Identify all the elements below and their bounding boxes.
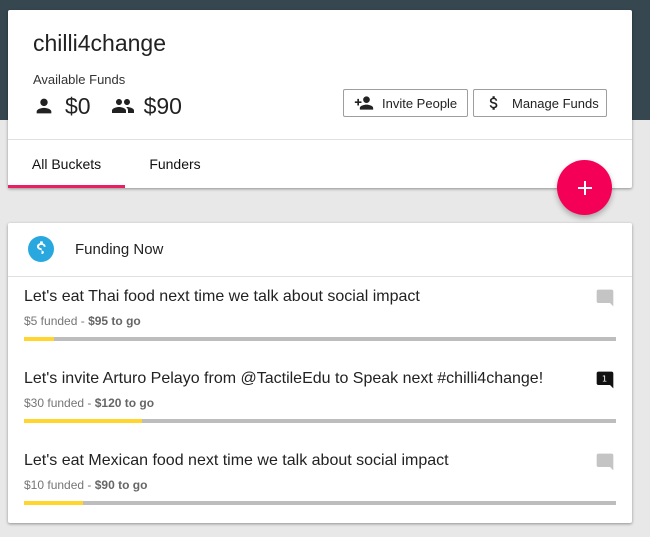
bucket-to-go-amount: $90 to go: [94, 478, 148, 492]
bucket-item[interactable]: Let's invite Arturo Pelayo from @Tactile…: [8, 359, 632, 441]
bucket-status-separator: -: [84, 478, 95, 492]
active-tab-indicator: [8, 185, 125, 188]
funding-progress-fill: [24, 501, 84, 505]
manage-funds-button[interactable]: Manage Funds: [473, 89, 607, 117]
bucket-status-separator: -: [84, 396, 95, 410]
funds-row: $0 $90: [33, 92, 182, 120]
funding-progress-fill: [24, 337, 54, 341]
section-header: Funding Now: [8, 223, 632, 276]
invite-people-label: Invite People: [382, 95, 458, 111]
bucket-item[interactable]: Let's eat Thai food next time we talk ab…: [8, 277, 632, 359]
comment-icon[interactable]: 1: [595, 370, 615, 390]
bucket-funded-amount: $5 funded: [24, 314, 78, 328]
add-icon: [573, 176, 597, 200]
bucket-title: Let's eat Thai food next time we talk ab…: [24, 288, 420, 305]
funding-progress-bar: [24, 501, 616, 505]
section-title: Funding Now: [75, 241, 164, 258]
funding-progress-fill: [24, 419, 143, 423]
funding-now-card: Funding Now Let's eat Thai food next tim…: [8, 223, 632, 523]
add-bucket-button[interactable]: [557, 160, 612, 215]
invite-people-button[interactable]: Invite People: [343, 89, 468, 117]
dollar-sign-icon: [485, 94, 512, 112]
group-name: chilli4change: [33, 30, 166, 56]
tab-funders[interactable]: Funders: [125, 140, 225, 188]
group-card: chilli4change Available Funds $0 $90 Inv…: [8, 10, 632, 188]
person-icon: [33, 95, 55, 117]
comment-icon[interactable]: [595, 452, 615, 472]
group-icon: [111, 94, 135, 118]
bucket-funding-status: $5 funded - $95 to go: [24, 314, 141, 328]
bucket-title: Let's eat Mexican food next time we talk…: [24, 452, 449, 469]
group-funds-value: $90: [143, 92, 182, 119]
person-add-icon: [354, 93, 382, 113]
bucket-funded-amount: $30 funded: [24, 396, 85, 410]
bucket-status-separator: -: [77, 314, 89, 328]
bucket-title: Let's invite Arturo Pelayo from @Tactile…: [24, 370, 544, 387]
manage-funds-label: Manage Funds: [512, 95, 599, 111]
bucket-to-go-amount: $95 to go: [88, 314, 141, 328]
personal-funds-value: $0: [65, 92, 91, 119]
comment-count: 1: [602, 374, 607, 384]
funding-progress-bar: [24, 337, 616, 341]
funding-progress-bar: [24, 419, 616, 423]
available-funds-label: Available Funds: [33, 72, 126, 87]
bucket-funding-status: $30 funded - $120 to go: [24, 396, 154, 410]
tab-all-buckets[interactable]: All Buckets: [8, 140, 125, 188]
comment-icon[interactable]: [595, 288, 615, 308]
dollar-icon: [28, 236, 54, 262]
bucket-to-go-amount: $120 to go: [94, 396, 155, 410]
bucket-item[interactable]: Let's eat Mexican food next time we talk…: [8, 441, 632, 523]
bucket-funding-status: $10 funded - $90 to go: [24, 478, 147, 492]
bucket-funded-amount: $10 funded: [24, 478, 85, 492]
